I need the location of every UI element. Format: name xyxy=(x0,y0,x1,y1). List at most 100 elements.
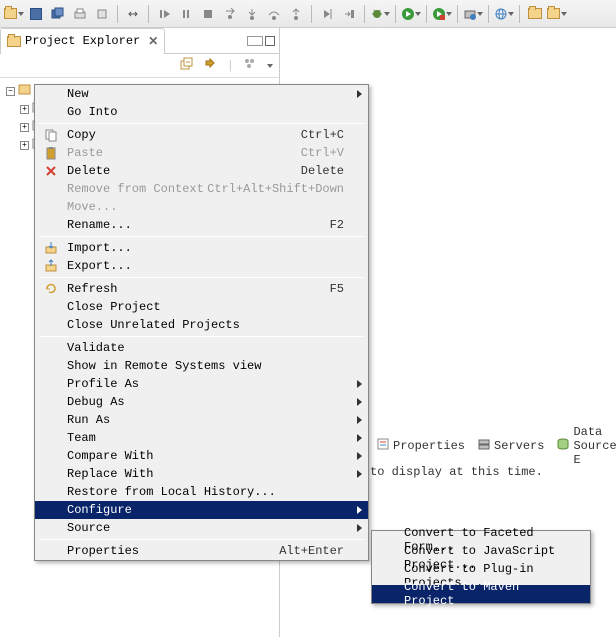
toolbar-separator xyxy=(488,5,489,23)
menu-shortcut: F2 xyxy=(330,218,344,232)
submenu-arrow-icon xyxy=(357,416,362,424)
open-icon[interactable] xyxy=(4,4,24,24)
print-icon[interactable] xyxy=(70,4,90,24)
menu-item-validate[interactable]: Validate xyxy=(35,339,368,357)
chevron-down-icon[interactable] xyxy=(267,64,273,68)
submenu-arrow-icon xyxy=(357,524,362,532)
menu-label: Run As xyxy=(67,413,344,427)
pause-icon[interactable] xyxy=(176,4,196,24)
resume-icon[interactable] xyxy=(154,4,174,24)
expand-icon[interactable]: + xyxy=(20,141,29,150)
menu-item-new[interactable]: New xyxy=(35,85,368,103)
close-icon[interactable]: ✕ xyxy=(148,34,158,48)
build-icon[interactable] xyxy=(92,4,112,24)
drop-frame-icon[interactable] xyxy=(339,4,359,24)
expand-icon[interactable]: + xyxy=(20,105,29,114)
menu-item-refresh[interactable]: RefreshF5 xyxy=(35,280,368,298)
menu-item-close-unrelated-projects[interactable]: Close Unrelated Projects xyxy=(35,316,368,334)
link-icon[interactable] xyxy=(123,4,143,24)
menu-label: Move... xyxy=(67,200,344,214)
context-menu: NewGo IntoCopyCtrl+CPasteCtrl+VDeleteDel… xyxy=(34,84,369,561)
menu-label: Show in Remote Systems view xyxy=(67,359,344,373)
menu-item-restore-from-local-history[interactable]: Restore from Local History... xyxy=(35,483,368,501)
menu-item-show-in-remote-systems-view[interactable]: Show in Remote Systems view xyxy=(35,357,368,375)
run-to-line-icon[interactable] xyxy=(317,4,337,24)
menu-label: New xyxy=(67,87,344,101)
open-type-icon[interactable] xyxy=(525,4,545,24)
run-icon[interactable] xyxy=(401,4,421,24)
toolbar-separator xyxy=(364,5,365,23)
tab-properties[interactable]: Properties xyxy=(376,437,465,455)
menu-label: Configure xyxy=(67,503,344,517)
view-tab-bar: Project Explorer ✕ xyxy=(0,28,279,54)
menu-item-run-as[interactable]: Run As xyxy=(35,411,368,429)
menu-label: Copy xyxy=(67,128,301,142)
menu-separator xyxy=(39,123,364,124)
stop-icon[interactable] xyxy=(198,4,218,24)
menu-item-copy[interactable]: CopyCtrl+C xyxy=(35,126,368,144)
toolbar-separator xyxy=(148,5,149,23)
menu-item-move: Move... xyxy=(35,198,368,216)
toolbar-separator xyxy=(395,5,396,23)
menu-item-replace-with[interactable]: Replace With xyxy=(35,465,368,483)
delete-icon xyxy=(41,164,61,178)
menu-item-close-project[interactable]: Close Project xyxy=(35,298,368,316)
menu-item-properties[interactable]: PropertiesAlt+Enter xyxy=(35,542,368,560)
step-into-icon[interactable] xyxy=(242,4,262,24)
new-server-icon[interactable] xyxy=(463,4,483,24)
menu-item-debug-as[interactable]: Debug As xyxy=(35,393,368,411)
toolbar-separator xyxy=(311,5,312,23)
menu-item-profile-as[interactable]: Profile As xyxy=(35,375,368,393)
step-return-icon[interactable] xyxy=(286,4,306,24)
open-resource-icon[interactable] xyxy=(547,4,567,24)
step-icon[interactable] xyxy=(220,4,240,24)
run-external-icon[interactable] xyxy=(432,4,452,24)
collapse-all-icon[interactable] xyxy=(179,56,195,76)
debug-icon[interactable] xyxy=(370,4,390,24)
submenu-arrow-icon xyxy=(357,470,362,478)
export-icon xyxy=(41,259,61,273)
submenu-arrow-icon xyxy=(357,452,362,460)
menu-item-source[interactable]: Source xyxy=(35,519,368,537)
submenu-item-convert-to-maven-project[interactable]: Convert to Maven Project xyxy=(372,585,590,603)
menu-item-compare-with[interactable]: Compare With xyxy=(35,447,368,465)
menu-label: Debug As xyxy=(67,395,344,409)
menu-item-export[interactable]: Export... xyxy=(35,257,368,275)
menu-item-team[interactable]: Team xyxy=(35,429,368,447)
submenu-arrow-icon xyxy=(357,506,362,514)
tab-data-source[interactable]: Data Source E xyxy=(556,425,616,467)
menu-item-delete[interactable]: DeleteDelete xyxy=(35,162,368,180)
view-menu-icon[interactable] xyxy=(242,56,258,76)
menu-separator xyxy=(39,236,364,237)
expand-icon[interactable]: + xyxy=(20,123,29,132)
collapse-icon[interactable]: − xyxy=(6,87,15,96)
project-icon xyxy=(18,83,32,99)
menu-shortcut: Delete xyxy=(301,164,344,178)
menu-separator xyxy=(39,539,364,540)
step-over-icon[interactable] xyxy=(264,4,284,24)
menu-shortcut: Alt+Enter xyxy=(279,544,344,558)
menu-item-import[interactable]: Import... xyxy=(35,239,368,257)
minimize-icon[interactable] xyxy=(247,36,263,46)
menu-shortcut: Ctrl+Alt+Shift+Down xyxy=(207,182,344,196)
menu-item-rename[interactable]: Rename...F2 xyxy=(35,216,368,234)
menu-label: Profile As xyxy=(67,377,344,391)
link-editor-icon[interactable] xyxy=(203,56,219,76)
tab-servers[interactable]: Servers xyxy=(477,437,544,455)
menu-item-go-into[interactable]: Go Into xyxy=(35,103,368,121)
save-all-icon[interactable] xyxy=(48,4,68,24)
menu-label: Delete xyxy=(67,164,301,178)
menu-label: Import... xyxy=(67,241,344,255)
web-icon[interactable] xyxy=(494,4,514,24)
toolbar-separator xyxy=(117,5,118,23)
project-explorer-tab[interactable]: Project Explorer ✕ xyxy=(0,28,165,54)
refresh-icon xyxy=(41,282,61,296)
maximize-icon[interactable] xyxy=(265,36,275,46)
menu-item-configure[interactable]: Configure xyxy=(35,501,368,519)
save-icon[interactable] xyxy=(26,4,46,24)
toolbar-separator xyxy=(426,5,427,23)
paste-icon xyxy=(41,146,61,160)
bottom-view-tabs: Properties Servers Data Source E xyxy=(370,435,616,457)
menu-shortcut: Ctrl+V xyxy=(301,146,344,160)
submenu-arrow-icon xyxy=(357,90,362,98)
